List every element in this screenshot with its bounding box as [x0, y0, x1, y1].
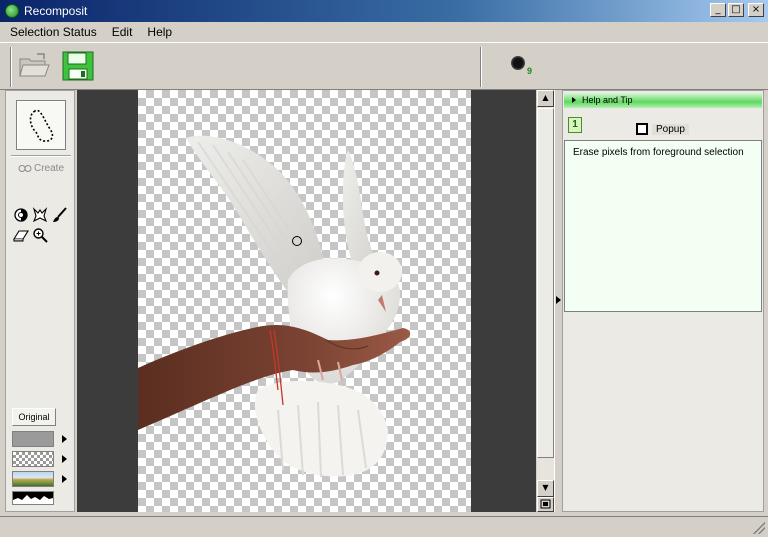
scroll-up-button[interactable]: ▲: [537, 90, 554, 107]
brush-icon: [53, 207, 67, 222]
brush-tool-button[interactable]: [52, 207, 68, 223]
window-controls: _ □ ×: [710, 3, 764, 17]
close-button[interactable]: ×: [748, 3, 764, 17]
scroll-thumb[interactable]: [537, 108, 554, 458]
divider: [11, 155, 71, 157]
step-badge: 1: [568, 117, 582, 133]
save-button[interactable]: [60, 49, 96, 83]
help-text: Erase pixels from foreground selection: [564, 140, 762, 312]
original-button[interactable]: Original: [12, 408, 56, 426]
menu-help[interactable]: Help: [142, 25, 177, 39]
help-header[interactable]: Help and Tip: [564, 93, 762, 108]
window-title: Recomposit: [24, 4, 88, 18]
menu-bar: Selection Status Edit Help: [0, 22, 768, 42]
popup-checkbox[interactable]: [636, 123, 648, 135]
status-bar: [0, 516, 768, 537]
help-panel: Help and Tip 1 Popup Erase pixels from f…: [562, 90, 764, 512]
fit-view-icon: [540, 499, 551, 509]
eraser-tool-button[interactable]: [13, 227, 29, 243]
brush-size-value: 9: [527, 66, 533, 76]
create-button[interactable]: Create: [18, 163, 64, 174]
toolbar-separator: [10, 47, 12, 87]
fit-view-button[interactable]: [537, 497, 554, 512]
recomposit-icon: [5, 4, 19, 18]
panel-splitter[interactable]: [554, 90, 562, 512]
open-folder-icon: [19, 53, 50, 77]
mask-background-swatch[interactable]: [12, 491, 54, 505]
eraser-icon: [13, 230, 29, 242]
lasso-icon: [29, 109, 54, 142]
background-tool-icon: [32, 207, 48, 223]
scenery-background-swatch[interactable]: [12, 471, 54, 487]
chevron-right-icon[interactable]: [62, 435, 67, 443]
chevron-right-icon[interactable]: [62, 475, 67, 483]
create-icon: [18, 165, 32, 172]
toolbar: [0, 42, 768, 90]
tool-panel: Create Original: [5, 90, 75, 512]
zoom-icon: [33, 228, 48, 243]
checker-background-swatch[interactable]: [12, 451, 54, 467]
collapse-arrow-icon[interactable]: [556, 296, 561, 304]
expand-triangle-icon: [572, 97, 576, 103]
popup-label: Popup: [652, 123, 689, 135]
foreground-tool-button[interactable]: [13, 207, 29, 223]
vertical-scrollbar[interactable]: ▲ ▼: [537, 90, 554, 512]
lasso-button[interactable]: [16, 100, 66, 150]
toolbar-separator: [480, 47, 482, 87]
foreground-tool-icon: [14, 208, 28, 222]
resize-grip-icon[interactable]: [753, 522, 765, 534]
menu-label: Help: [147, 25, 173, 39]
menu-edit[interactable]: Edit: [107, 25, 138, 39]
title-bar: Recomposit _ □ ×: [0, 0, 768, 22]
mask-silhouette-icon: [13, 495, 53, 504]
popup-toggle[interactable]: Popup: [636, 123, 689, 135]
background-tool-button[interactable]: [32, 207, 48, 223]
menu-label: Edit: [111, 25, 133, 39]
menu-selection-status[interactable]: Selection Status: [5, 25, 102, 39]
scroll-down-button[interactable]: ▼: [537, 480, 554, 497]
image-canvas[interactable]: [77, 90, 536, 512]
zoom-tool-button[interactable]: [32, 227, 48, 243]
brush-size-icon[interactable]: [511, 56, 525, 70]
open-button[interactable]: [16, 49, 52, 83]
maximize-button[interactable]: □: [728, 3, 744, 17]
menu-label: Selection Status: [10, 25, 97, 39]
save-disk-icon: [62, 51, 94, 81]
gray-background-swatch[interactable]: [12, 431, 54, 447]
create-label: Create: [34, 163, 65, 174]
dove-photo: [138, 135, 411, 478]
minimize-button[interactable]: _: [710, 3, 726, 17]
help-header-label: Help and Tip: [582, 95, 633, 105]
chevron-right-icon[interactable]: [62, 455, 67, 463]
